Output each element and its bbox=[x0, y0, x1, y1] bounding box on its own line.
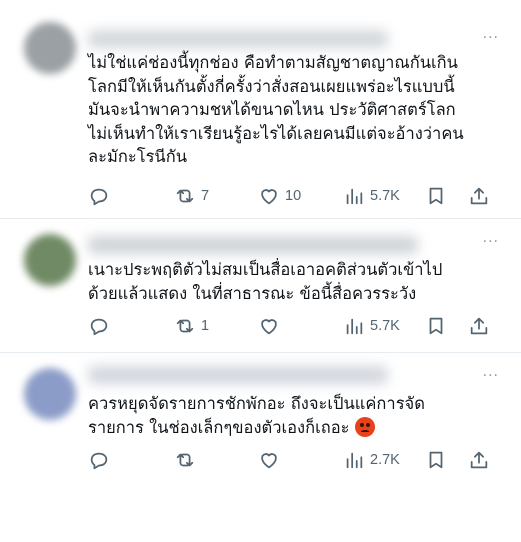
repost-icon bbox=[176, 319, 194, 333]
reply-post[interactable]: ··· ไม่ใช่แค่ช่องนี้ทุกช่อง คือทำตามสัญช… bbox=[0, 0, 521, 215]
post-text: ควรหยุดจัดรายการชักพักอะ ถึงจะเป็นแค่การ… bbox=[88, 392, 508, 439]
views-button[interactable]: 2.7K bbox=[343, 448, 400, 472]
reply-button[interactable] bbox=[88, 184, 115, 208]
repost-button[interactable]: 1 bbox=[174, 314, 209, 338]
bookmark-button[interactable] bbox=[425, 448, 447, 472]
post-text: ไม่ใช่แค่ช่องนี้ทุกช่อง คือทำตามสัญชาตญา… bbox=[88, 53, 464, 166]
bookmark-icon bbox=[429, 187, 443, 205]
share-icon bbox=[470, 187, 488, 205]
share-icon bbox=[470, 451, 488, 469]
reply-button[interactable] bbox=[88, 448, 115, 472]
repost-button[interactable] bbox=[174, 448, 201, 472]
reply-icon bbox=[90, 452, 108, 470]
repost-count: 7 bbox=[201, 188, 210, 204]
bookmark-icon bbox=[429, 317, 443, 335]
share-button[interactable] bbox=[468, 314, 490, 338]
like-button[interactable] bbox=[258, 314, 285, 338]
heart-icon bbox=[261, 453, 277, 469]
blurred-username bbox=[88, 236, 418, 254]
more-options-icon[interactable]: ··· bbox=[483, 234, 499, 250]
view-count: 5.7K bbox=[370, 318, 400, 334]
repost-icon bbox=[176, 189, 194, 203]
reply-button[interactable] bbox=[88, 314, 115, 338]
like-button[interactable] bbox=[258, 448, 285, 472]
reply-icon bbox=[90, 188, 108, 206]
post-text: เนาะประพฤติตัวไม่สมเป็นสื่อเอาอคติส่วนตั… bbox=[88, 260, 443, 303]
bookmark-button[interactable] bbox=[425, 184, 447, 208]
views-bar-chart-icon bbox=[346, 318, 363, 335]
repost-icon bbox=[176, 453, 194, 467]
action-bar: 7 10 5.7K bbox=[88, 184, 498, 208]
views-button[interactable]: 5.7K bbox=[343, 184, 400, 208]
blurred-username bbox=[88, 30, 388, 48]
view-count: 5.7K bbox=[370, 188, 400, 204]
avatar[interactable] bbox=[24, 234, 76, 286]
bookmark-icon bbox=[429, 451, 443, 469]
action-bar: 2.7K bbox=[88, 448, 498, 472]
reply-post[interactable]: ··· เนาะประพฤติตัวไม่สมเป็นสื่อเอาอคติส่… bbox=[0, 218, 521, 358]
avatar[interactable] bbox=[24, 368, 76, 420]
repost-button[interactable]: 7 bbox=[174, 184, 209, 208]
avatar[interactable] bbox=[24, 22, 76, 74]
views-bar-chart-icon bbox=[346, 452, 363, 469]
heart-icon bbox=[261, 319, 277, 335]
more-options-icon[interactable]: ··· bbox=[483, 30, 499, 46]
view-count: 2.7K bbox=[370, 452, 400, 468]
heart-icon bbox=[261, 189, 277, 205]
angry-face-emoji bbox=[354, 416, 375, 437]
bookmark-button[interactable] bbox=[425, 314, 447, 338]
action-bar: 1 5.7K bbox=[88, 314, 498, 338]
views-button[interactable]: 5.7K bbox=[343, 314, 400, 338]
blurred-username bbox=[88, 366, 388, 384]
like-button[interactable]: 10 bbox=[258, 184, 301, 208]
views-bar-chart-icon bbox=[346, 188, 363, 205]
share-icon bbox=[470, 317, 488, 335]
share-button[interactable] bbox=[468, 448, 490, 472]
reply-icon bbox=[90, 318, 108, 336]
more-options-icon[interactable]: ··· bbox=[483, 368, 499, 384]
share-button[interactable] bbox=[468, 184, 490, 208]
repost-count: 1 bbox=[201, 318, 210, 334]
like-count: 10 bbox=[285, 188, 302, 204]
reply-post[interactable]: ··· ควรหยุดจัดรายการชักพักอะ ถึงจะเป็นแค… bbox=[0, 352, 521, 492]
